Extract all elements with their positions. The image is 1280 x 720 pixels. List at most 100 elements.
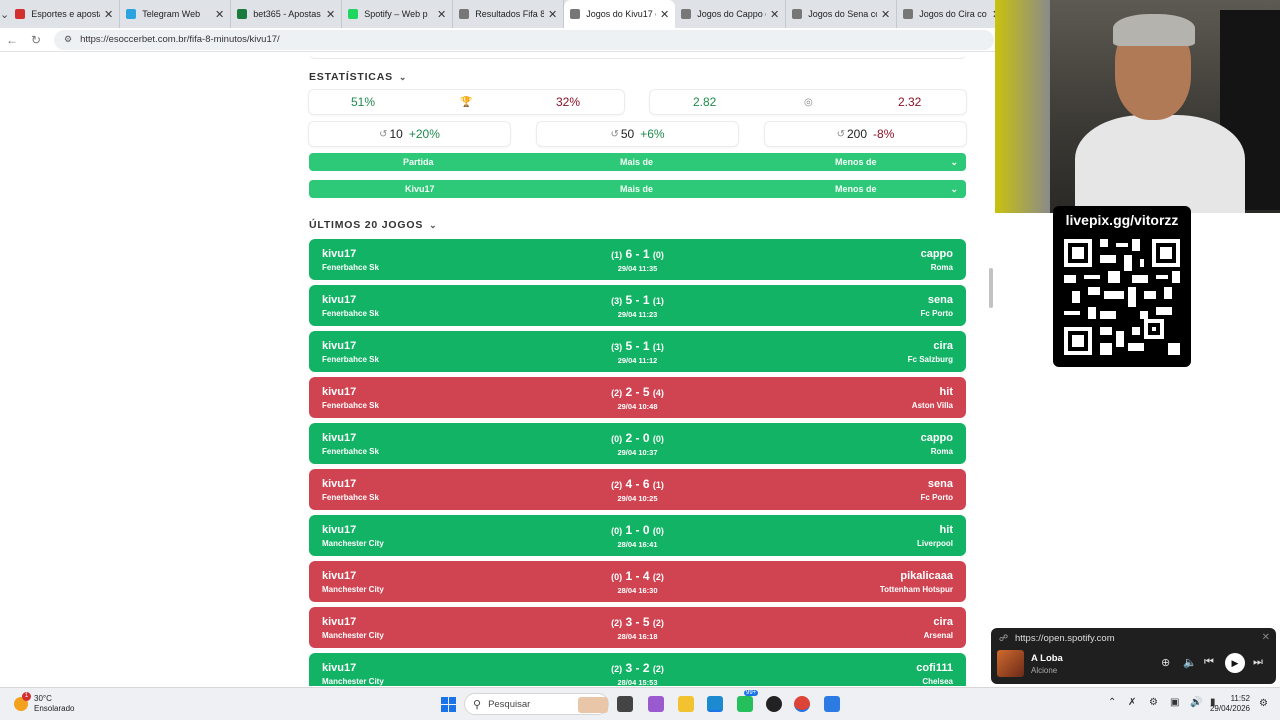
- search-placeholder: Pesquisar: [488, 698, 531, 710]
- task-view-icon[interactable]: [617, 696, 633, 712]
- away-team: Aston Villa: [911, 401, 953, 410]
- scrollbar-thumb[interactable]: [989, 268, 993, 308]
- tab-title: Jogos do Kivu17 co: [586, 9, 656, 19]
- tab-close-icon[interactable]: ✕: [215, 8, 224, 21]
- away-team: Fc Salzburg: [907, 355, 953, 364]
- qr-code-icon: [1064, 239, 1180, 355]
- final-score: 3 - 2: [625, 661, 650, 675]
- match-date: 29/04 10:48: [617, 402, 658, 411]
- game-row[interactable]: kivu17 Manchester City (2) 3 - 5 (2) 28/04 …: [309, 607, 966, 648]
- browser-tab[interactable]: Telegram Web ✕: [120, 0, 232, 28]
- away-team: Chelsea: [922, 677, 953, 686]
- network-icon[interactable]: ▣: [1170, 697, 1179, 708]
- add-icon[interactable]: ⊕: [1161, 656, 1170, 669]
- previous-track-icon[interactable]: ⏮: [1204, 656, 1214, 669]
- tab-close-icon[interactable]: ✕: [548, 8, 557, 21]
- tab-favicon-icon: [237, 9, 248, 19]
- game-row[interactable]: kivu17 Fenerbahce Sk (3) 5 - 1 (1) 29/04 11…: [309, 331, 966, 372]
- tab-close-icon[interactable]: ✕: [437, 8, 446, 21]
- chrome-icon[interactable]: [794, 696, 810, 712]
- game-row[interactable]: kivu17 Manchester City (2) 3 - 2 (2) 28/04 …: [309, 653, 966, 686]
- browser-tab[interactable]: Jogos do Cappo co ✕: [675, 0, 787, 28]
- back-arrow-icon[interactable]: ←: [0, 33, 24, 47]
- browser-tab[interactable]: Jogos do Sena com ✕: [786, 0, 898, 28]
- play-icon[interactable]: ▶: [1225, 653, 1245, 673]
- app-icon[interactable]: [766, 696, 782, 712]
- browser-tab[interactable]: Resultados Fifa 8 mi ✕: [453, 0, 565, 28]
- tab-close-icon[interactable]: ✕: [660, 8, 669, 21]
- game-row[interactable]: kivu17 Manchester City (0) 1 - 4 (2) 28/04 …: [309, 561, 966, 602]
- weather-badge: 1: [22, 692, 31, 701]
- link-icon: ☍: [999, 633, 1009, 643]
- whatsapp-icon[interactable]: 99+: [737, 690, 759, 712]
- next-track-icon[interactable]: ⏭: [1253, 656, 1263, 669]
- mute-notifications-icon[interactable]: ✗: [1128, 697, 1136, 708]
- site-info-icon[interactable]: ⚙: [64, 34, 72, 45]
- away-team: Fc Porto: [920, 309, 953, 318]
- chevron-down-icon: ⌄: [429, 220, 438, 230]
- match-score: (2) 4 - 6 (1): [309, 477, 966, 491]
- halftime-home: (0): [611, 526, 623, 536]
- match-date: 28/04 16:18: [617, 632, 658, 641]
- filter-less: Menos de: [835, 157, 877, 167]
- match-date: 29/04 10:37: [617, 448, 658, 457]
- game-row[interactable]: kivu17 Fenerbahce Sk (2) 2 - 5 (4) 29/04 10…: [309, 377, 966, 418]
- stats-section-title[interactable]: ESTATÍSTICAS ⌄: [309, 71, 407, 83]
- edge-icon[interactable]: [707, 696, 723, 712]
- search-highlight-icon[interactable]: [578, 697, 608, 713]
- games-section-title[interactable]: ÚLTIMOS 20 JOGOS ⌄: [309, 219, 437, 231]
- game-row[interactable]: kivu17 Manchester City (0) 1 - 0 (0) 28/04 …: [309, 515, 966, 556]
- weather-widget[interactable]: 1 30°C Ensolarado: [14, 692, 74, 714]
- close-icon[interactable]: ✕: [1262, 632, 1270, 643]
- halftime-away: (1): [652, 480, 664, 490]
- filter-bar-partida[interactable]: Partida Mais de Menos de ⌄: [309, 153, 966, 171]
- speaker-icon[interactable]: 🔊: [1190, 697, 1202, 708]
- tab-close-icon[interactable]: ✕: [770, 8, 779, 21]
- browser-tab[interactable]: Spotify – Web p ✕: [342, 0, 454, 28]
- notepad-icon[interactable]: [824, 696, 840, 712]
- halftime-away: (0): [652, 434, 664, 444]
- filter-more: Mais de: [620, 184, 654, 194]
- halftime-home: (0): [611, 434, 623, 444]
- goals-against: 2.32: [898, 95, 922, 109]
- match-score: (2) 2 - 5 (4): [309, 385, 966, 399]
- halftime-away: (1): [652, 296, 664, 306]
- game-row[interactable]: kivu17 Fenerbahce Sk (3) 5 - 1 (1) 29/04 11…: [309, 285, 966, 326]
- notification-bell-icon[interactable]: ⚙: [1259, 698, 1268, 709]
- halftime-away: (0): [652, 250, 664, 260]
- tab-close-icon[interactable]: ✕: [104, 8, 113, 21]
- final-score: 6 - 1: [625, 247, 650, 261]
- spotify-url[interactable]: https://open.spotify.com: [1015, 633, 1115, 644]
- weather-temp: 30°C: [34, 694, 52, 703]
- filter-label: Kivu17: [405, 184, 435, 194]
- game-row[interactable]: kivu17 Fenerbahce Sk (1) 6 - 1 (0) 29/04 11…: [309, 239, 966, 280]
- file-explorer-icon[interactable]: [678, 696, 694, 712]
- game-row[interactable]: kivu17 Fenerbahce Sk (0) 2 - 0 (0) 29/04 10…: [309, 423, 966, 464]
- browser-tab[interactable]: Jogos do Kivu17 co ✕: [564, 0, 676, 28]
- games-title-text: ÚLTIMOS 20 JOGOS: [309, 219, 424, 231]
- away-team: Liverpool: [916, 539, 953, 548]
- halftime-home: (0): [611, 572, 623, 582]
- webcam-person-cap: [1113, 14, 1195, 46]
- tab-close-icon[interactable]: ✕: [881, 8, 890, 21]
- url-field[interactable]: ⚙ https://esoccerbet.com.br/fifa-8-minut…: [54, 29, 994, 50]
- filter-bar-player[interactable]: Kivu17 Mais de Menos de ⌄: [309, 180, 966, 198]
- vpn-icon[interactable]: ⚙: [1149, 697, 1158, 708]
- windows-start-icon[interactable]: [441, 697, 456, 712]
- tray-chevron-icon[interactable]: ⌃: [1108, 697, 1116, 708]
- tab-close-icon[interactable]: ✕: [326, 8, 335, 21]
- copilot-icon[interactable]: [648, 696, 664, 712]
- browser-tab[interactable]: Jogos do Cira co✕: [897, 0, 1009, 28]
- browser-tab[interactable]: bet365 - Apostas Esp ✕: [231, 0, 343, 28]
- game-row[interactable]: kivu17 Fenerbahce Sk (2) 4 - 6 (1) 29/04 10…: [309, 469, 966, 510]
- reload-icon[interactable]: ↻: [24, 33, 48, 47]
- volume-icon[interactable]: 🔈: [1183, 656, 1197, 669]
- browser-tab[interactable]: Esportes e apostas a ✕: [9, 0, 121, 28]
- halftime-home: (1): [611, 250, 623, 260]
- tab-search-chevron-icon[interactable]: ⌄: [0, 0, 9, 28]
- away-player: hit: [939, 386, 953, 398]
- webcam-background: [995, 0, 1050, 213]
- clock-date: 29/04/2026: [1209, 704, 1250, 713]
- final-score: 5 - 1: [625, 293, 650, 307]
- clock[interactable]: 11:52 29/04/2026: [1210, 694, 1250, 714]
